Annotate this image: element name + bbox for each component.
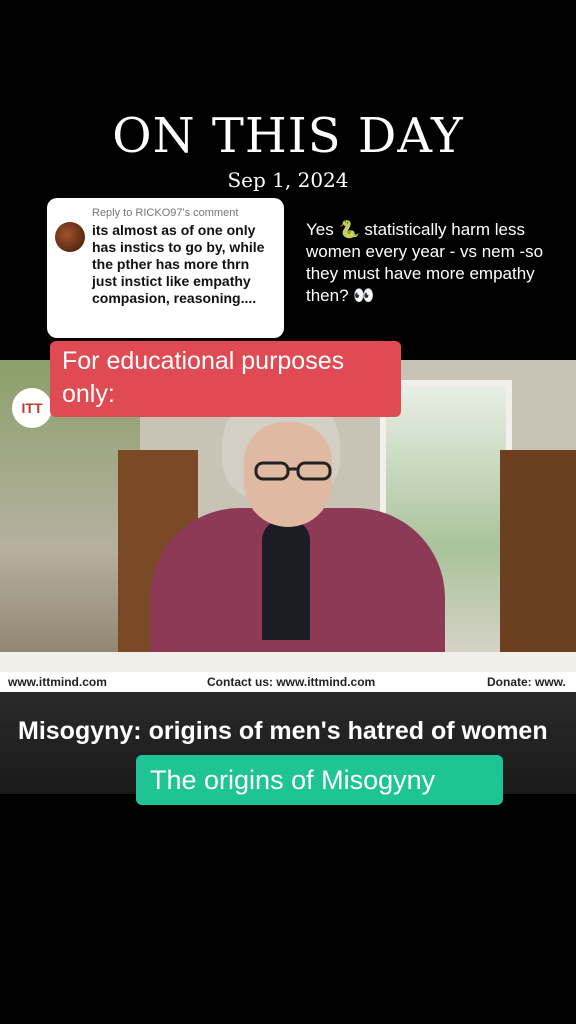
reply-comment-text: its almost as of one only has instics to…	[92, 222, 265, 306]
origins-label: The origins of Misogyny	[136, 755, 503, 805]
speaker-shirt	[262, 520, 310, 640]
footer-donate: Donate: www.	[487, 675, 566, 689]
background-cabinet-right	[500, 450, 576, 672]
reply-to-label: Reply to RICKO97's comment	[92, 207, 239, 219]
educational-purposes-label: For educational purposes only:	[50, 341, 401, 417]
video-footer: www.ittmind.com Contact us: www.ittmind.…	[0, 672, 576, 692]
answer-text: Yes 🐍 statistically harm less women ever…	[306, 220, 544, 305]
avatar[interactable]	[55, 222, 85, 252]
table-surface	[0, 652, 576, 672]
date-label: Sep 1, 2024	[227, 168, 349, 192]
page-title: ON THIS DAY	[112, 108, 464, 164]
footer-website: www.ittmind.com	[8, 675, 107, 689]
footer-contact: Contact us: www.ittmind.com	[207, 675, 376, 689]
itt-logo: ITT	[12, 388, 52, 428]
video-caption-text: Misogyny: origins of men's hatred of wom…	[18, 717, 548, 745]
reply-comment-card[interactable]: Reply to RICKO97's comment its almost as…	[47, 198, 284, 338]
glasses-icon	[254, 461, 332, 481]
